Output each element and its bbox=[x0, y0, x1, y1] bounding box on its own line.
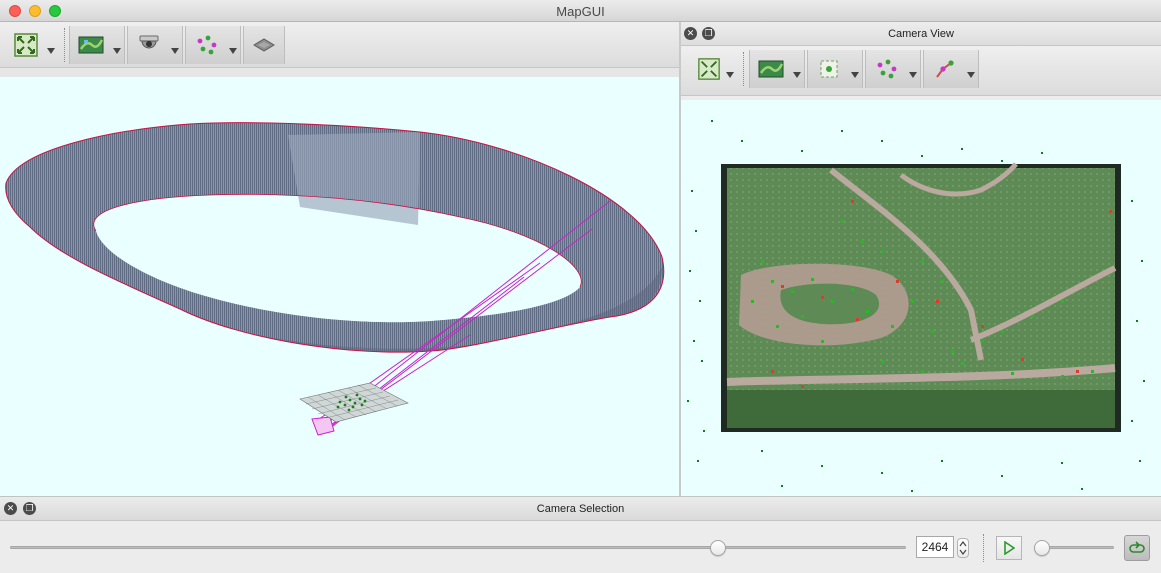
fit-extent-button[interactable] bbox=[693, 50, 737, 88]
fit-extent-button[interactable] bbox=[6, 26, 58, 64]
landmarks-button[interactable] bbox=[185, 26, 241, 64]
menu-caret-icon bbox=[851, 72, 859, 78]
play-icon bbox=[1004, 541, 1015, 555]
frame-slider-handle[interactable] bbox=[709, 540, 726, 556]
toolbar-separator bbox=[743, 52, 744, 86]
frame-slider-track[interactable] bbox=[10, 546, 906, 549]
depth-surface-icon bbox=[253, 38, 275, 52]
menu-caret-icon bbox=[229, 48, 237, 54]
camera-view-toolbar bbox=[681, 46, 1161, 96]
menu-caret-icon bbox=[113, 48, 121, 54]
menu-caret-icon bbox=[909, 72, 917, 78]
depth-surface-button[interactable] bbox=[243, 26, 285, 64]
fit-extent-icon bbox=[698, 58, 720, 80]
camera-image bbox=[721, 162, 1121, 432]
camera-icon bbox=[139, 35, 159, 49]
camera-view-header: ✕ ❐ Camera View bbox=[681, 22, 1161, 46]
camera-view-title: Camera View bbox=[888, 28, 954, 40]
menu-caret-icon bbox=[726, 72, 734, 78]
image-layer-icon bbox=[78, 36, 104, 54]
landmarks-button[interactable] bbox=[865, 50, 921, 88]
tracks-button[interactable] bbox=[923, 50, 979, 88]
fit-extent-icon bbox=[14, 33, 38, 57]
menu-caret-icon bbox=[967, 72, 975, 78]
frame-number-input[interactable]: 2464 bbox=[916, 536, 954, 558]
camera-selection-title: Camera Selection bbox=[536, 503, 625, 515]
camera-selection-dock: ✕ ❐ Camera Selection bbox=[0, 496, 1161, 573]
frame-number-stepper[interactable] bbox=[957, 538, 969, 558]
landmarks-icon bbox=[197, 35, 217, 55]
window-title: MapGUI bbox=[556, 4, 605, 19]
camera-view-dock: ✕ ❐ Camera View bbox=[681, 22, 1161, 496]
camera-view-viewport[interactable] bbox=[681, 100, 1161, 496]
toolbar-separator bbox=[64, 28, 65, 62]
image-layer-button[interactable] bbox=[69, 26, 125, 64]
camera-frame-icon bbox=[820, 60, 838, 78]
stepper-arrows-icon bbox=[959, 541, 967, 555]
world-view-canvas[interactable] bbox=[0, 77, 679, 496]
camera-view-canvas[interactable] bbox=[681, 100, 1161, 496]
camera-button[interactable] bbox=[127, 26, 183, 64]
menu-caret-icon bbox=[47, 48, 55, 54]
camera-selection-header: ✕ ❐ Camera Selection bbox=[0, 496, 1161, 521]
world-view-viewport[interactable] bbox=[0, 77, 679, 496]
menu-caret-icon bbox=[171, 48, 179, 54]
ground-grid bbox=[299, 382, 409, 423]
menu-caret-icon bbox=[793, 72, 801, 78]
toolbar-spacer bbox=[0, 68, 679, 77]
window-title-bar: MapGUI bbox=[0, 0, 1161, 22]
tracks-icon bbox=[936, 60, 954, 78]
loop-button[interactable] bbox=[1124, 535, 1150, 561]
loop-icon bbox=[1129, 541, 1145, 553]
play-button[interactable] bbox=[996, 536, 1022, 560]
landmarks-icon bbox=[877, 59, 897, 79]
world-view-toolbar bbox=[0, 22, 679, 68]
camera-frame-button[interactable] bbox=[807, 50, 863, 88]
image-layer-icon bbox=[758, 60, 784, 78]
speed-slider-handle[interactable] bbox=[1034, 540, 1050, 556]
toolbar-separator bbox=[983, 534, 984, 562]
image-layer-button[interactable] bbox=[749, 50, 805, 88]
